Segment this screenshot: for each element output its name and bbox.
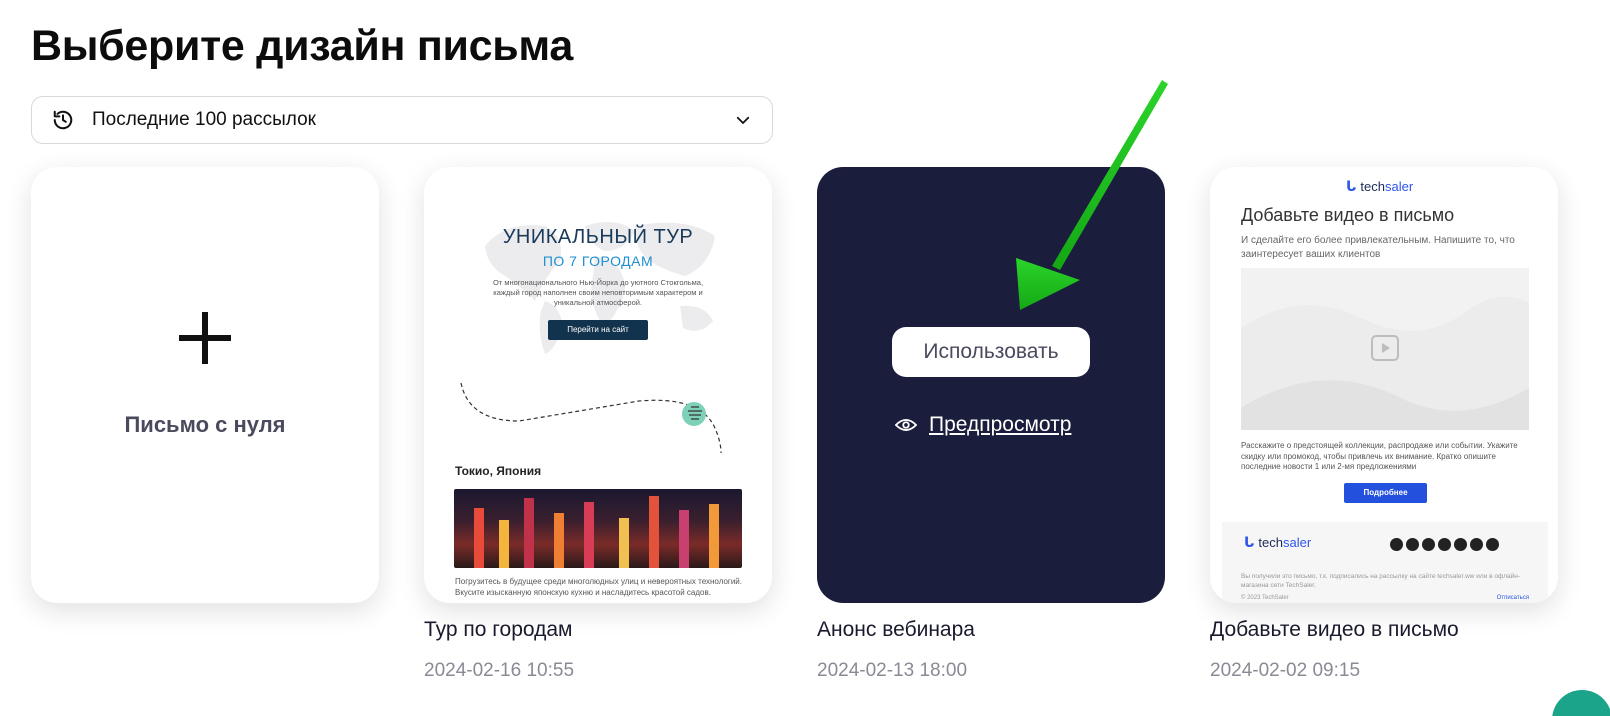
tokyo-street-image [454, 489, 742, 568]
tour-subheading: ПО 7 ГОРОДАМ [542, 253, 654, 269]
tour-intro-text: От многонационального Нью-Йорка до уютно… [492, 278, 704, 307]
video-description: Расскажите о предстоящей коллекции, расп… [1241, 441, 1518, 471]
techsaler-mark-icon: ᒐ [1346, 178, 1357, 194]
plus-icon [179, 312, 231, 364]
techsaler-logo-footer: ᒐ tech saler [1244, 534, 1311, 551]
logo-text-suffix: saler [1282, 535, 1312, 550]
facebook-icon [1486, 538, 1499, 551]
vk-icon [1422, 538, 1435, 551]
footer-bottom: © 2023 TechSaler Отписаться [1241, 595, 1529, 601]
odnoklassniki-icon [1438, 538, 1451, 551]
webinar-template-date: 2024-02-13 18:00 [817, 660, 968, 681]
techsaler-logo: ᒐ tech saler [1346, 178, 1413, 195]
logo-text-prefix: tech [1258, 535, 1283, 550]
video-placeholder [1241, 268, 1529, 430]
video-template-card[interactable]: ᒐ tech saler Добавьте видео в письмо И сд… [1210, 167, 1558, 603]
dropdown-label: Последние 100 рассылок [92, 109, 316, 130]
preview-link-label: Предпросмотр [929, 413, 1072, 436]
tour-site-button: Перейти на сайт [548, 320, 648, 340]
video-more-button: Подробнее [1344, 483, 1427, 503]
page-title: Выберите дизайн письма [31, 22, 573, 70]
unsubscribe-link: Отписаться [1496, 595, 1529, 601]
tour-template-card[interactable]: УНИКАЛЬНЫЙ ТУР ПО 7 ГОРОДАМ От многонаци… [424, 167, 772, 603]
recent-mailings-dropdown[interactable]: Последние 100 рассылок [31, 96, 773, 144]
play-icon [1371, 335, 1399, 361]
tour-template-preview: УНИКАЛЬНЫЙ ТУР ПО 7 ГОРОДАМ От многонаци… [435, 186, 761, 603]
youtube-icon [1406, 538, 1419, 551]
video-subheading: И сделайте его более привлекательным. На… [1241, 235, 1515, 260]
tour-city-title: Токио, Япония [455, 464, 542, 478]
tour-heading: УНИКАЛЬНЫЙ ТУР [502, 226, 694, 248]
twitter-icon [1454, 538, 1467, 551]
video-template-date: 2024-02-02 09:15 [1210, 660, 1361, 681]
support-chat-button[interactable] [1552, 690, 1610, 716]
telegram-icon [1390, 538, 1403, 551]
history-icon [53, 110, 73, 130]
dashed-route-graphic [460, 382, 722, 454]
logo-text-suffix: saler [1384, 179, 1414, 194]
eye-icon [895, 419, 917, 431]
tour-template-title: Тур по городам [424, 618, 573, 641]
video-template-preview: ᒐ tech saler Добавьте видео в письмо И сд… [1222, 167, 1548, 603]
tour-template-date: 2024-02-16 10:55 [424, 660, 575, 681]
copyright: © 2023 TechSaler [1241, 595, 1289, 601]
video-template-title: Добавьте видео в письмо [1210, 618, 1459, 641]
use-template-button[interactable]: Использовать [892, 327, 1090, 377]
logo-text-prefix: tech [1360, 179, 1385, 194]
tour-body-text: Погрузитесь в будущее среди многолюдных … [455, 577, 742, 597]
blank-template-label: Письмо с нуля [124, 412, 286, 437]
webinar-template-title: Анонс вебинара [817, 618, 975, 641]
video-email-footer: ᒐ tech saler Вы получили это письмо, т.к.… [1222, 522, 1548, 603]
instagram-icon [1470, 538, 1483, 551]
social-icons [1390, 538, 1499, 551]
techsaler-mark-icon: ᒐ [1244, 534, 1255, 550]
preview-link[interactable]: Предпросмотр [895, 413, 1071, 437]
chevron-down-icon [736, 116, 750, 124]
green-arrow-annotation [1016, 80, 1168, 310]
video-heading: Добавьте видео в письмо [1241, 205, 1455, 225]
footer-text: Вы получили это письмо, т.к. подписались… [1241, 573, 1521, 589]
blank-template-card[interactable]: Письмо с нуля [31, 167, 379, 603]
